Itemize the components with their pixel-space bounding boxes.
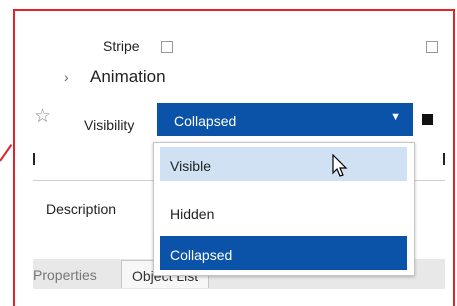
stripe-label: Stripe: [103, 38, 140, 54]
description-label: Description: [46, 201, 117, 217]
color-swatch[interactable]: [422, 114, 433, 125]
star-icon[interactable]: ☆: [34, 105, 51, 128]
tab-properties[interactable]: Properties: [33, 267, 97, 283]
stripe-checkbox[interactable]: [161, 41, 173, 53]
visibility-label: Visibility: [84, 117, 135, 133]
chevron-right-icon[interactable]: ›: [64, 69, 69, 85]
divider-tick: [33, 153, 35, 165]
stripe-extra-checkbox[interactable]: [426, 41, 438, 53]
animation-section-label[interactable]: Animation: [90, 67, 166, 87]
mouse-cursor-icon: [332, 154, 348, 177]
dropdown-option-collapsed[interactable]: Collapsed: [160, 236, 407, 270]
annotation-line: [0, 144, 13, 162]
dropdown-option-hidden[interactable]: Hidden: [160, 195, 407, 229]
visibility-dropdown-list: Visible Hidden Collapsed: [153, 142, 415, 276]
visibility-select[interactable]: Collapsed ▼: [157, 103, 413, 136]
visibility-select-value: Collapsed: [174, 113, 237, 129]
chevron-down-icon: ▼: [390, 111, 401, 123]
dropdown-option-visible[interactable]: Visible: [160, 147, 407, 181]
divider-tick: [443, 153, 445, 165]
